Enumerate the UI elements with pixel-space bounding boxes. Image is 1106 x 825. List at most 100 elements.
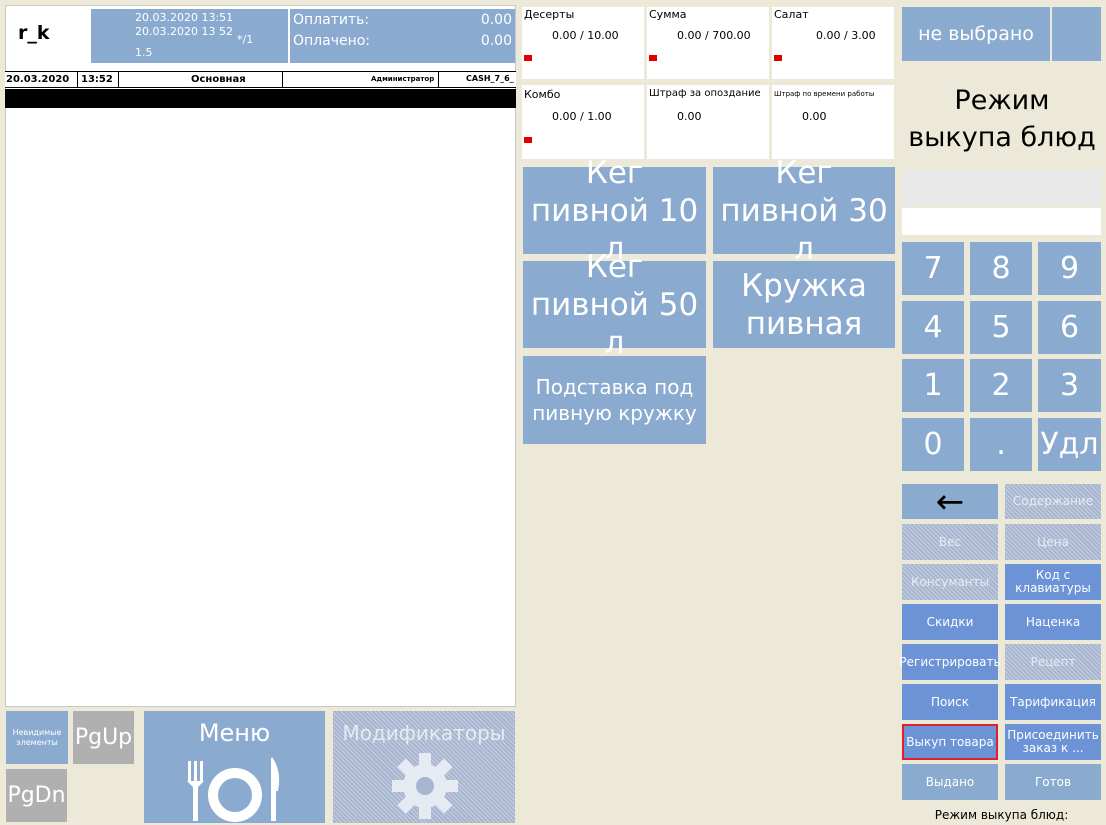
- order-divider: [118, 72, 119, 87]
- ready-button[interactable]: Готов: [1005, 764, 1101, 800]
- table-label: */1: [237, 33, 254, 46]
- counter-title: Сумма: [649, 8, 687, 21]
- product-keg-50[interactable]: Кег пивной 50 л: [523, 249, 706, 361]
- product-beer-mug[interactable]: Кружка пивная: [713, 261, 895, 348]
- red-marker-icon: [524, 55, 532, 61]
- extra-button[interactable]: [1052, 7, 1101, 61]
- discounts-button[interactable]: Скидки: [902, 604, 998, 640]
- menu-button[interactable]: Меню: [144, 711, 325, 823]
- key-9[interactable]: 9: [1038, 242, 1101, 295]
- not-selected-button[interactable]: не выбрано: [902, 7, 1050, 61]
- counter-worktime-fine: Штраф по времени работы 0.00: [772, 85, 894, 159]
- key-5[interactable]: 5: [970, 301, 1032, 354]
- payment-block: Оплатить: 0.00 Оплачено: 0.00: [290, 9, 515, 63]
- order-date: 20.03.2020: [6, 74, 70, 85]
- red-marker-icon: [524, 137, 532, 143]
- join-order-button[interactable]: Присоединить заказ к ...: [1005, 724, 1101, 760]
- counter-value: 0.00 / 10.00: [552, 29, 619, 42]
- key-label: 6: [1059, 310, 1080, 345]
- modifiers-button[interactable]: Модификаторы: [333, 711, 515, 823]
- pgdn-button[interactable]: PgDn: [6, 769, 67, 822]
- paid-label: Оплачено:: [293, 33, 371, 49]
- numeric-input[interactable]: [902, 208, 1101, 235]
- key-label: .: [996, 427, 1006, 462]
- register-label: Регистрировать: [899, 654, 1001, 669]
- issued-button[interactable]: Выдано: [902, 764, 998, 800]
- counter-late-fine: Штраф за опоздание 0.00: [647, 85, 769, 159]
- key-label: 8: [991, 251, 1011, 286]
- consumables-label: Консуманты: [910, 574, 990, 589]
- pay-label: Оплатить:: [293, 12, 370, 28]
- key-8[interactable]: 8: [970, 242, 1032, 295]
- order-panel: [5, 5, 516, 707]
- counter-title: Десерты: [524, 8, 575, 21]
- issued-label: Выдано: [925, 774, 975, 789]
- price-label: Цена: [1037, 534, 1069, 549]
- pgup-button[interactable]: PgUp: [73, 711, 134, 764]
- key-delete[interactable]: Удл: [1038, 418, 1101, 471]
- invisible-elements-label: Невидимые элементы: [12, 727, 62, 747]
- markup-label: Наценка: [1025, 614, 1081, 629]
- keyboard-code-button[interactable]: Код с клавиатуры: [1005, 564, 1101, 600]
- product-keg-30[interactable]: Кег пивной 30 л: [713, 155, 895, 267]
- mode-title: Режим выкупа блюд: [908, 85, 1096, 153]
- counter-title: Штраф по времени работы: [774, 90, 875, 98]
- product-mug-coaster[interactable]: Подставка под пивную кружку: [523, 356, 706, 444]
- order-info-block: 20.03.2020 13:51 20.03.2020 13 52 1.5 */…: [91, 9, 288, 63]
- counter-value: 0.00 / 700.00: [677, 29, 751, 42]
- counter-desserts: Десерты 0.00 / 10.00: [522, 7, 644, 79]
- join-order-label: Присоединить заказ к ...: [1007, 728, 1099, 755]
- version-label: 1.5: [135, 46, 153, 59]
- datetime-current: 20.03.2020 13 52: [135, 25, 233, 38]
- buyout-button[interactable]: Выкуп товара: [902, 724, 998, 760]
- content-button[interactable]: Содержание: [1005, 484, 1101, 519]
- key-label: 1: [923, 368, 943, 403]
- plate-cutlery-icon: [187, 757, 280, 822]
- key-3[interactable]: 3: [1038, 359, 1101, 412]
- app-logo: r_k: [18, 22, 50, 44]
- paid-value: 0.00: [480, 33, 512, 49]
- keyboard-code-label: Код с клавиатуры: [1015, 568, 1091, 595]
- key-6[interactable]: 6: [1038, 301, 1101, 354]
- content-label: Содержание: [1012, 494, 1094, 508]
- key-label: 2: [991, 368, 1011, 403]
- price-button[interactable]: Цена: [1005, 524, 1101, 560]
- key-label: Удл: [1040, 427, 1099, 462]
- tarification-label: Тарификация: [1010, 694, 1096, 709]
- order-divider: [438, 72, 439, 87]
- markup-button[interactable]: Наценка: [1005, 604, 1101, 640]
- key-1[interactable]: 1: [902, 359, 964, 412]
- left-arrow-icon: ←: [935, 481, 965, 522]
- product-label: Подставка под пивную кружку: [532, 375, 697, 425]
- counter-title: Штраф за опоздание: [649, 88, 761, 99]
- back-arrow-button[interactable]: ←: [902, 481, 998, 522]
- register-button[interactable]: Регистрировать: [899, 644, 1001, 680]
- product-keg-10[interactable]: Кег пивной 10 л: [523, 155, 706, 267]
- key-2[interactable]: 2: [970, 359, 1032, 412]
- counter-combo: Комбо 0.00 / 1.00: [522, 85, 644, 159]
- key-0[interactable]: 0: [902, 418, 964, 471]
- key-4[interactable]: 4: [902, 301, 964, 354]
- invisible-elements-button[interactable]: Невидимые элементы: [6, 711, 68, 764]
- key-7[interactable]: 7: [902, 242, 964, 295]
- order-cash: CASH_7_6_: [466, 74, 514, 83]
- counter-title: Салат: [774, 8, 809, 21]
- weight-button[interactable]: Вес: [902, 524, 998, 560]
- red-marker-icon: [774, 55, 782, 61]
- counter-value: 0.00: [802, 110, 827, 123]
- counter-sum: Сумма 0.00 / 700.00: [647, 7, 769, 79]
- key-label: 3: [1059, 368, 1080, 403]
- tarification-button[interactable]: Тарификация: [1005, 684, 1101, 720]
- consumables-button[interactable]: Консуманты: [902, 564, 998, 600]
- selected-order-row[interactable]: [5, 89, 516, 108]
- counter-value: 0.00 / 3.00: [816, 29, 876, 42]
- search-button[interactable]: Поиск: [902, 684, 998, 720]
- order-bar: 20.03.2020 13:52 Основная Администратор …: [5, 71, 516, 88]
- key-label: 4: [923, 310, 943, 345]
- counter-value: 0.00: [677, 110, 702, 123]
- recipe-button[interactable]: Рецепт: [1005, 644, 1101, 680]
- product-label: Кег пивной 50 л: [530, 248, 699, 361]
- buyout-label: Выкуп товара: [906, 734, 994, 749]
- key-dot[interactable]: .: [970, 418, 1032, 471]
- ready-label: Готов: [1034, 774, 1072, 789]
